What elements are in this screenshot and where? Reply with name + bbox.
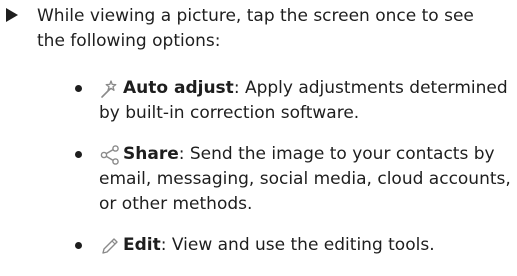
option-title: Share [123,144,179,164]
option-title: Auto adjust [123,78,234,98]
instruction-text: While viewing a picture, tap the screen … [37,6,474,51]
bullet-dot [75,151,82,158]
option-description: : View and use the editing tools. [160,235,435,255]
option-title: Edit [123,235,161,255]
step-arrow-icon [6,8,18,22]
bullet-dot [75,242,82,249]
bullet-dot [75,85,82,92]
